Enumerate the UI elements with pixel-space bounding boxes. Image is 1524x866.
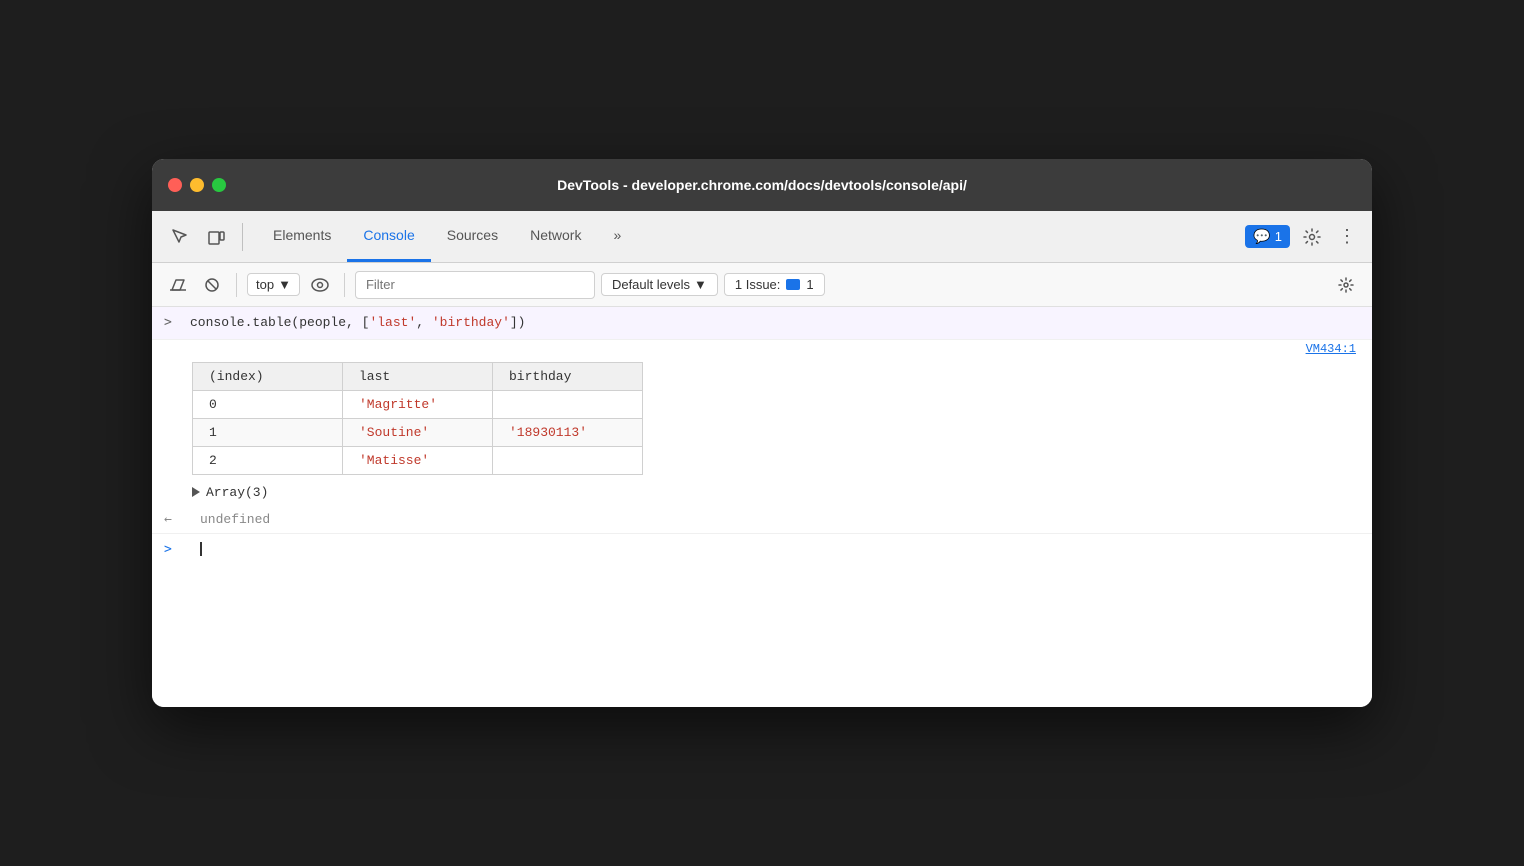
window-title: DevTools - developer.chrome.com/docs/dev… [557, 177, 967, 193]
cell-index-0: 0 [193, 390, 343, 418]
table-row: 0 'Magritte' [193, 390, 643, 418]
cell-birthday-0 [493, 390, 643, 418]
settings-icon[interactable] [1296, 221, 1328, 253]
tab-elements[interactable]: Elements [257, 211, 347, 262]
col-header-birthday: birthday [493, 362, 643, 390]
console-divider-1 [236, 273, 237, 297]
device-mode-icon[interactable] [200, 221, 232, 253]
command-prompt: > [164, 313, 180, 333]
dropdown-arrow-icon: ▼ [278, 277, 291, 292]
close-button[interactable] [168, 178, 182, 192]
tab-sources[interactable]: Sources [431, 211, 514, 262]
text-cursor [200, 542, 202, 556]
title-bar: DevTools - developer.chrome.com/docs/dev… [152, 159, 1372, 211]
main-toolbar: Elements Console Sources Network » 💬 1 [152, 211, 1372, 263]
col-header-last: last [343, 362, 493, 390]
devtools-window: DevTools - developer.chrome.com/docs/dev… [152, 159, 1372, 707]
col-header-index: (index) [193, 362, 343, 390]
issues-count-label: 1 [806, 277, 813, 292]
context-label: top [256, 277, 274, 292]
cell-birthday-1: '18930113' [493, 418, 643, 446]
toolbar-divider-1 [242, 223, 243, 251]
console-command-line: > console.table(people, ['last', 'birthd… [152, 307, 1372, 340]
toolbar-right: 💬 1 ⋮ [1245, 221, 1360, 253]
console-settings-icon[interactable] [1332, 271, 1360, 299]
block-network-icon[interactable] [198, 271, 226, 299]
table-row: 2 'Matisse' [193, 446, 643, 474]
inspect-element-icon[interactable] [164, 221, 196, 253]
expand-triangle-icon [192, 487, 200, 497]
tab-list: Elements Console Sources Network » [257, 211, 637, 262]
array-label: Array(3) [206, 485, 268, 500]
filter-input[interactable] [355, 271, 595, 299]
result-line: ← undefined [152, 506, 1372, 533]
input-prompt: > [164, 542, 180, 557]
issues-button[interactable]: 1 Issue: 1 [724, 273, 825, 296]
tab-network[interactable]: Network [514, 211, 597, 262]
vm-reference[interactable]: VM434:1 [152, 340, 1372, 358]
clear-console-icon[interactable] [164, 271, 192, 299]
live-expressions-icon[interactable] [306, 271, 334, 299]
console-content: > console.table(people, ['last', 'birthd… [152, 307, 1372, 707]
result-arrow: ← [164, 512, 180, 527]
cell-last-2: 'Matisse' [343, 446, 493, 474]
msg-icon-blue [786, 279, 800, 290]
cell-last-1: 'Soutine' [343, 418, 493, 446]
minimize-button[interactable] [190, 178, 204, 192]
message-icon: 💬 [1253, 228, 1270, 245]
log-levels-dropdown[interactable]: Default levels ▼ [601, 273, 718, 296]
array-expandable[interactable]: Array(3) [152, 479, 1372, 506]
maximize-button[interactable] [212, 178, 226, 192]
result-value: undefined [200, 512, 270, 527]
issues-text: 1 Issue: [735, 277, 781, 292]
cell-last-0: 'Magritte' [343, 390, 493, 418]
cell-index-2: 2 [193, 446, 343, 474]
console-toolbar: top ▼ Default levels ▼ 1 Issue: 1 [152, 263, 1372, 307]
tab-console[interactable]: Console [347, 211, 430, 262]
more-options-icon[interactable]: ⋮ [1334, 226, 1360, 247]
console-input-line[interactable]: > [152, 533, 1372, 565]
traffic-lights [168, 178, 226, 192]
tab-more[interactable]: » [597, 211, 637, 262]
cell-index-1: 1 [193, 418, 343, 446]
console-table: (index) last birthday 0 'Magritte' 1 'So… [192, 362, 643, 475]
command-text: console.table(people, ['last', 'birthday… [190, 313, 525, 333]
console-divider-2 [344, 273, 345, 297]
context-selector[interactable]: top ▼ [247, 273, 300, 296]
table-row: 1 'Soutine' '18930113' [193, 418, 643, 446]
levels-arrow-icon: ▼ [694, 277, 707, 292]
log-levels-label: Default levels [612, 277, 690, 292]
cell-birthday-2 [493, 446, 643, 474]
issues-badge[interactable]: 💬 1 [1245, 225, 1290, 248]
issues-count: 1 [1275, 229, 1282, 244]
